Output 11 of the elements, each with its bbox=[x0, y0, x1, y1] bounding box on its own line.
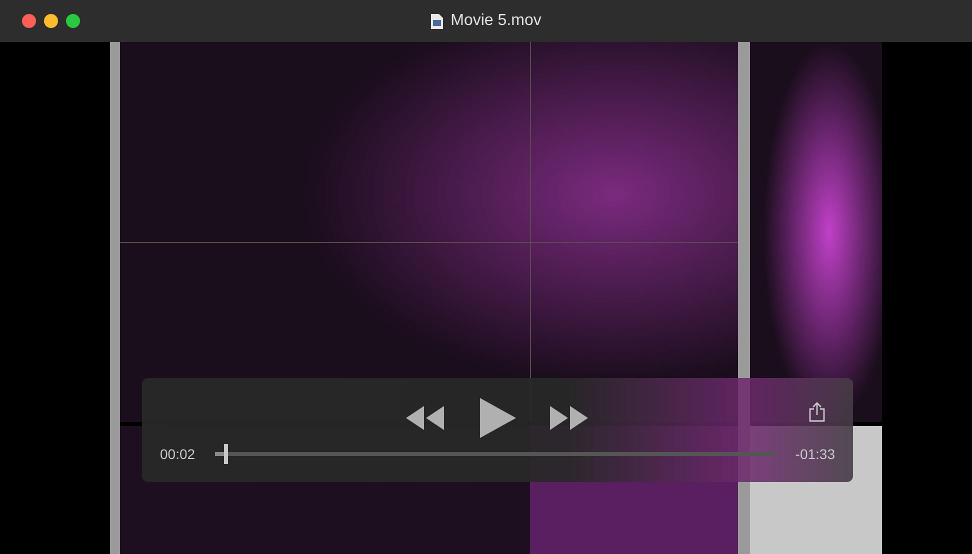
zoom-button[interactable] bbox=[66, 14, 80, 28]
remaining-time: -01:33 bbox=[795, 446, 835, 462]
document-icon bbox=[430, 14, 443, 28]
rewind-button[interactable] bbox=[406, 406, 446, 430]
minimize-button[interactable] bbox=[44, 14, 58, 28]
share-button[interactable] bbox=[809, 402, 825, 422]
fast-forward-button[interactable] bbox=[550, 406, 590, 430]
play-button[interactable] bbox=[480, 398, 516, 438]
window-title: Movie 5.mov bbox=[450, 12, 542, 30]
elapsed-time: 00:02 bbox=[160, 446, 196, 462]
close-button[interactable] bbox=[22, 14, 36, 28]
